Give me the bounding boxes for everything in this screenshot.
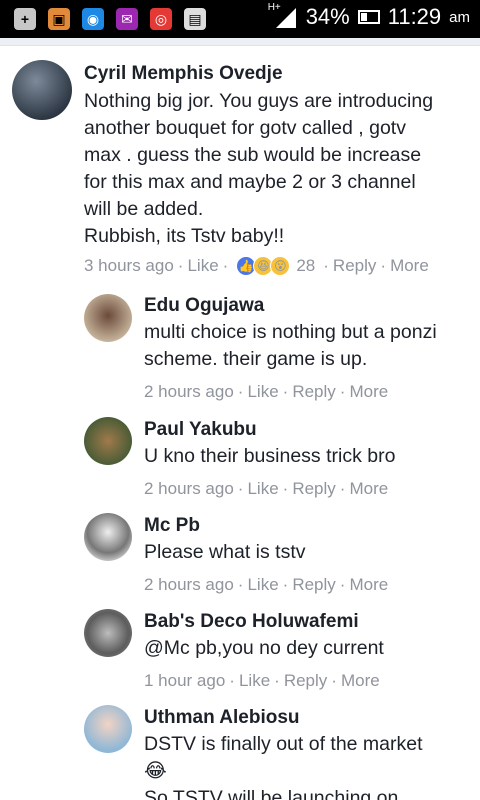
comment-line: Rubbish, its Tstv baby!! [84,225,285,247]
gallery-notification-icon: ▣ [48,8,70,30]
separator: · [282,479,289,498]
reply-link[interactable]: Reply [292,575,335,595]
more-link[interactable]: More [349,479,388,499]
comment-author[interactable]: Uthman Alebiosu [144,707,300,729]
signal-icon: H+ [268,2,298,30]
comment-text: @Mc pb,you no dey current [144,635,384,662]
reply-comment: Bab's Deco Holuwafemi @Mc pb,you no dey … [0,604,480,700]
comment-time[interactable]: 2 hours ago [144,575,234,595]
reply-comment: Uthman Alebiosu DSTV is finally out of t… [0,700,480,800]
avatar[interactable] [84,609,132,657]
comment-time[interactable]: 3 hours ago [84,256,174,276]
reply-link[interactable]: Reply [284,671,327,691]
separator: · [380,256,387,275]
comment-text: DSTV is finally out of the market 😂 So T… [144,731,423,800]
comment-line: U kno their business trick bro [144,445,396,467]
clock-ampm: am [449,8,470,26]
comment-text: Please what is tstv [144,539,305,566]
separator: · [282,382,289,401]
add-notification-icon: + [14,8,36,30]
reply-comment: Paul Yakubu U kno their business trick b… [0,412,480,508]
reply-link[interactable]: Reply [333,256,376,276]
separator: · [339,575,346,594]
comment-meta: 2 hours ago · Like · Reply · More [144,575,388,595]
comment-time[interactable]: 1 hour ago [144,671,225,691]
comment-author[interactable]: Paul Yakubu [144,419,257,441]
comment-line: DSTV is finally out of the market [144,733,423,755]
laughing-emoji: 😂 [144,760,167,782]
comment-line: multi choice is nothing but a ponzi [144,321,437,343]
more-link[interactable]: More [349,575,388,595]
opera-notification-icon: ◎ [150,8,172,30]
wow-reaction-icon: 😮 [270,256,291,276]
comment-meta: 2 hours ago · Like · Reply · More [144,479,388,499]
separator: · [222,256,229,275]
like-link[interactable]: Like [187,256,218,276]
comment-meta: 3 hours ago · Like · 👍 😆 😮 28 · Reply · … [84,256,429,276]
reply-comment: Edu Ogujawa multi choice is nothing but … [0,288,480,408]
comment: Cyril Memphis Ovedje Nothing big jor. Yo… [0,48,480,288]
separator: · [339,382,346,401]
separator: · [274,671,280,690]
comment-line: another bouquet for gotv called , gotv [84,117,406,139]
wifi-notification-icon: ◉ [82,8,104,30]
like-link[interactable]: Like [247,382,278,402]
comment-line: Please what is tstv [144,541,306,563]
separator: · [339,479,346,498]
comment-line: for this max and maybe 2 or 3 channel [84,171,416,193]
comment-line: max . guess the sub would be increase [84,144,422,166]
comment-line: @Mc pb,you no dey current [144,637,384,659]
separator: · [177,256,184,275]
comment-time[interactable]: 2 hours ago [144,479,234,499]
reply-link[interactable]: Reply [292,382,335,402]
separator: · [237,382,244,401]
comment-meta: 2 hours ago · Like · Reply · More [144,382,388,402]
avatar[interactable] [84,294,132,342]
reply-link[interactable]: Reply [292,479,335,499]
separator: · [331,671,337,690]
avatar[interactable] [12,60,72,120]
comment-author[interactable]: Mc Pb [144,515,200,537]
reaction-count: 28 [296,256,316,275]
comment-time[interactable]: 2 hours ago [144,382,234,402]
sd-card-notification-icon: ▤ [184,8,206,30]
comment-text: U kno their business trick bro [144,443,395,470]
separator: · [237,479,244,498]
separator: · [282,575,289,594]
comment-author[interactable]: Cyril Memphis Ovedje [84,63,283,85]
reaction-summary[interactable]: 👍 😆 😮 28 [236,256,315,276]
more-link[interactable]: More [349,382,388,402]
battery-percent: 34% [305,4,350,29]
status-bar: + ▣ ◉ ✉ ◎ ▤ H+ 34% 11:29 am [0,0,480,38]
comment-text: multi choice is nothing but a ponzi sche… [144,319,437,373]
clock: 11:29 [387,4,442,29]
more-link[interactable]: More [390,256,429,276]
avatar[interactable] [84,417,132,465]
like-link[interactable]: Like [247,479,278,499]
comment-line: Nothing big jor. You guys are introducin… [84,90,434,112]
like-link[interactable]: Like [247,575,278,595]
more-link[interactable]: More [341,671,380,691]
top-divider [0,38,480,46]
separator: · [323,256,329,275]
like-link[interactable]: Like [239,671,270,691]
comment-author[interactable]: Bab's Deco Holuwafemi [144,611,359,633]
comment-line: scheme. their game is up. [144,348,368,370]
separator: · [229,671,235,690]
comment-line: So TSTV will be launching on [144,787,399,800]
battery-icon [357,10,380,24]
comment-line: will be added. [84,198,204,220]
separator: · [237,575,244,594]
comment-text: Nothing big jor. You guys are introducin… [84,88,433,250]
messenger-notification-icon: ✉ [116,8,138,30]
reply-comment: Mc Pb Please what is tstv 2 hours ago · … [0,508,480,604]
comment-author[interactable]: Edu Ogujawa [144,295,264,317]
comment-meta: 1 hour ago · Like · Reply · More [144,671,380,691]
avatar[interactable] [84,513,132,561]
avatar[interactable] [84,705,132,753]
